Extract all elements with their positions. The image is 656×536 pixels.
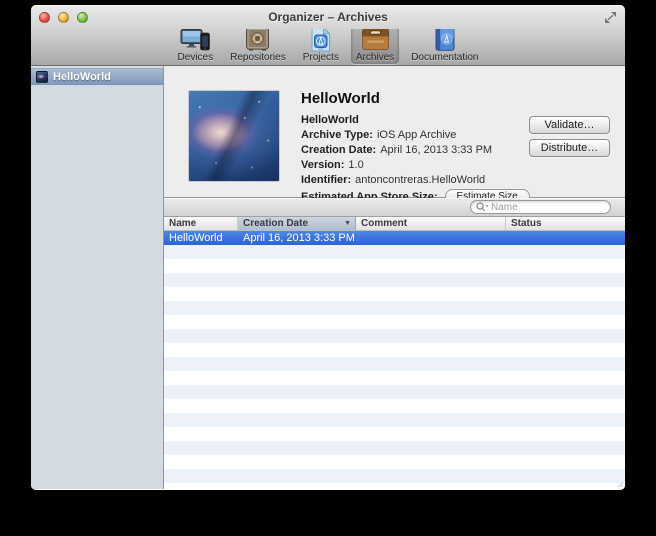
column-header-creation-date[interactable]: Creation Date ▼ (238, 217, 356, 230)
column-header-status[interactable]: Status (506, 217, 625, 230)
search-field[interactable] (470, 200, 611, 214)
table-header: Name Creation Date ▼ Comment Status (164, 217, 625, 231)
field-creation-date: Creation Date: April 16, 2013 3:33 PM (301, 144, 530, 156)
sidebar-item-label: HelloWorld (53, 71, 111, 83)
field-value: iOS App Archive (377, 129, 457, 141)
field-value: April 16, 2013 3:33 PM (380, 144, 492, 156)
field-label: Identifier: (301, 174, 351, 186)
archive-thumbnail-icon (36, 71, 48, 83)
app-artwork-image (189, 91, 279, 181)
validate-button[interactable]: Validate… (529, 116, 610, 134)
field-identifier: Identifier: antoncontreras.HelloWorld (301, 174, 530, 186)
toolbar-label-repositories: Repositories (230, 52, 286, 63)
toolbar-label-archives: Archives (356, 52, 394, 63)
field-version: Version: 1.0 (301, 159, 530, 171)
cell-creation-date: April 16, 2013 3:33 PM (238, 231, 356, 245)
toolbar-label-documentation: Documentation (411, 52, 478, 63)
fullscreen-icon[interactable] (604, 11, 617, 24)
projects-icon (310, 27, 331, 51)
sidebar: HelloWorld (31, 66, 164, 489)
table-row[interactable]: HelloWorld April 16, 2013 3:33 PM (164, 231, 625, 245)
toolbar: Devices Repositories (31, 29, 625, 66)
field-value: 1.0 (348, 159, 363, 171)
search-icon[interactable] (476, 202, 489, 212)
cell-comment (356, 231, 506, 245)
filter-bar (164, 198, 625, 217)
archive-title: HelloWorld (301, 90, 530, 107)
main-pane: HelloWorld HelloWorld Archive Type: iOS A… (164, 66, 625, 489)
field-label: Archive Type: (301, 129, 373, 141)
minimize-button[interactable] (58, 12, 69, 23)
sidebar-item-helloworld[interactable]: HelloWorld (31, 68, 163, 85)
field-archive-type: Archive Type: iOS App Archive (301, 129, 530, 141)
toolbar-item-devices[interactable]: Devices (173, 25, 219, 64)
repositories-icon (245, 27, 270, 51)
action-buttons: Validate… Distribute… (529, 116, 610, 157)
documentation-icon (434, 27, 456, 51)
archive-info: HelloWorld HelloWorld Archive Type: iOS A… (301, 90, 530, 204)
traffic-lights (39, 12, 88, 23)
archive-subtitle: HelloWorld (301, 114, 530, 126)
titlebar[interactable]: Organizer – Archives (31, 5, 625, 29)
distribute-button[interactable]: Distribute… (529, 139, 610, 157)
toolbar-label-devices: Devices (178, 52, 214, 63)
zoom-button[interactable] (77, 12, 88, 23)
organizer-window: Organizer – Archives (31, 5, 625, 490)
sort-indicator-icon: ▼ (344, 217, 351, 230)
window-title: Organizer – Archives (31, 5, 625, 30)
archive-detail-pane: HelloWorld HelloWorld Archive Type: iOS A… (164, 66, 625, 198)
toolbar-item-archives[interactable]: Archives (351, 25, 399, 64)
toolbar-item-projects[interactable]: Projects (298, 25, 344, 64)
cell-name: HelloWorld (164, 231, 238, 245)
field-value: antoncontreras.HelloWorld (355, 174, 485, 186)
toolbar-item-repositories[interactable]: Repositories (225, 25, 291, 64)
archives-icon (361, 27, 390, 51)
close-button[interactable] (39, 12, 50, 23)
toolbar-item-documentation[interactable]: Documentation (406, 25, 483, 64)
column-header-label: Creation Date (243, 217, 308, 230)
field-label: Creation Date: (301, 144, 376, 156)
toolbar-label-projects: Projects (303, 52, 339, 63)
resize-grip[interactable] (616, 480, 624, 488)
column-header-comment[interactable]: Comment (356, 217, 506, 230)
devices-icon (180, 27, 210, 51)
field-label: Version: (301, 159, 344, 171)
search-input[interactable] (491, 202, 605, 213)
archives-table-body: HelloWorld April 16, 2013 3:33 PM (164, 231, 625, 489)
cell-status (506, 231, 625, 245)
column-header-name[interactable]: Name (164, 217, 238, 230)
